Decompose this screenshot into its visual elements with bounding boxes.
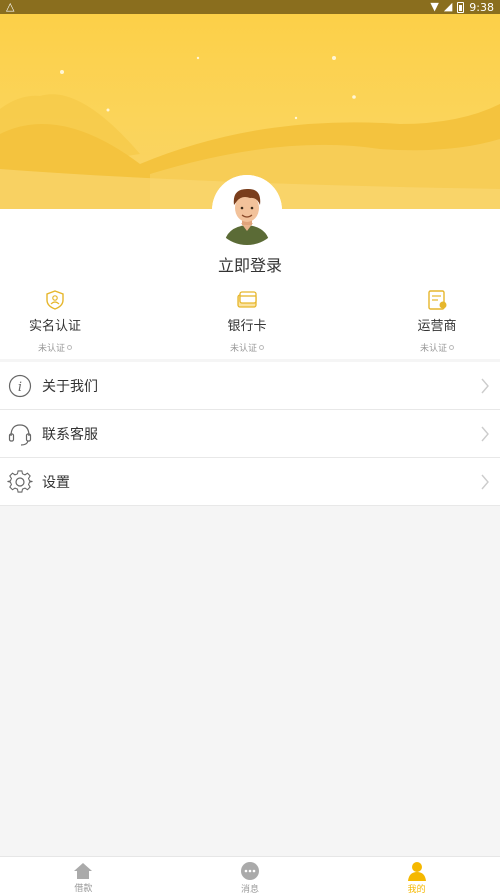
verify-status: 未认证 (0, 341, 110, 354)
verify-label: 运营商 (417, 319, 457, 334)
verify-label: 实名认证 (28, 319, 81, 334)
verify-status: 未认证 (382, 341, 492, 354)
tab-label: 消息 (241, 885, 260, 894)
status-indicators: ▼ ◢ 9:38 (430, 0, 494, 14)
tab-label: 借款 (74, 884, 93, 894)
info-icon: i (8, 374, 32, 397)
chevron-right-icon (481, 378, 489, 394)
verify-label: 银行卡 (227, 319, 267, 334)
home-icon (74, 862, 93, 879)
chevron-right-icon (481, 426, 489, 442)
tab-loan[interactable]: 借款 (0, 857, 167, 894)
wifi-icon: ▼ (430, 0, 439, 13)
person-icon (407, 862, 426, 881)
bottom-tab-bar: 借款 消息 我的 (0, 856, 500, 894)
verify-item-real-name[interactable]: 实名认证 未认证 (0, 288, 110, 354)
verify-item-carrier[interactable]: 运营商 未认证 (382, 288, 492, 354)
status-dot-icon (67, 345, 72, 350)
chevron-right-icon (481, 474, 489, 490)
a-notification-icon: △ (6, 0, 15, 13)
carrier-icon (428, 290, 447, 310)
status-dot-icon (259, 345, 264, 350)
menu-item-label: 关于我们 (42, 378, 98, 395)
tab-mine[interactable]: 我的 (333, 857, 500, 894)
headset-icon (8, 423, 32, 446)
battery-icon (457, 1, 465, 13)
verify-item-bank-card[interactable]: 银行卡 未认证 (192, 288, 302, 354)
tab-label: 我的 (407, 885, 426, 894)
svg-text:i: i (18, 380, 22, 395)
bank-card-icon (237, 291, 257, 308)
status-bar: △ ▼ ◢ 9:38 (0, 0, 500, 14)
gear-icon (7, 469, 33, 493)
message-icon (241, 862, 259, 880)
menu-item-contact[interactable]: 联系客服 (0, 410, 500, 458)
signal-icon: ◢ (443, 0, 453, 13)
menu-item-label: 联系客服 (42, 426, 98, 443)
login-link[interactable]: 立即登录 (0, 252, 500, 276)
id-verify-icon (46, 290, 64, 310)
menu-item-about[interactable]: i 关于我们 (0, 362, 500, 410)
menu-item-label: 设置 (42, 474, 70, 491)
avatar-illustration (212, 175, 282, 245)
avatar[interactable] (212, 175, 282, 245)
menu-item-settings[interactable]: 设置 (0, 458, 500, 506)
status-dot-icon (449, 345, 454, 350)
tab-messages[interactable]: 消息 (167, 857, 334, 894)
settings-menu: i 关于我们 联系客服 设置 (0, 362, 500, 506)
verify-status: 未认证 (192, 341, 302, 354)
status-time: 9:38 (469, 0, 494, 14)
